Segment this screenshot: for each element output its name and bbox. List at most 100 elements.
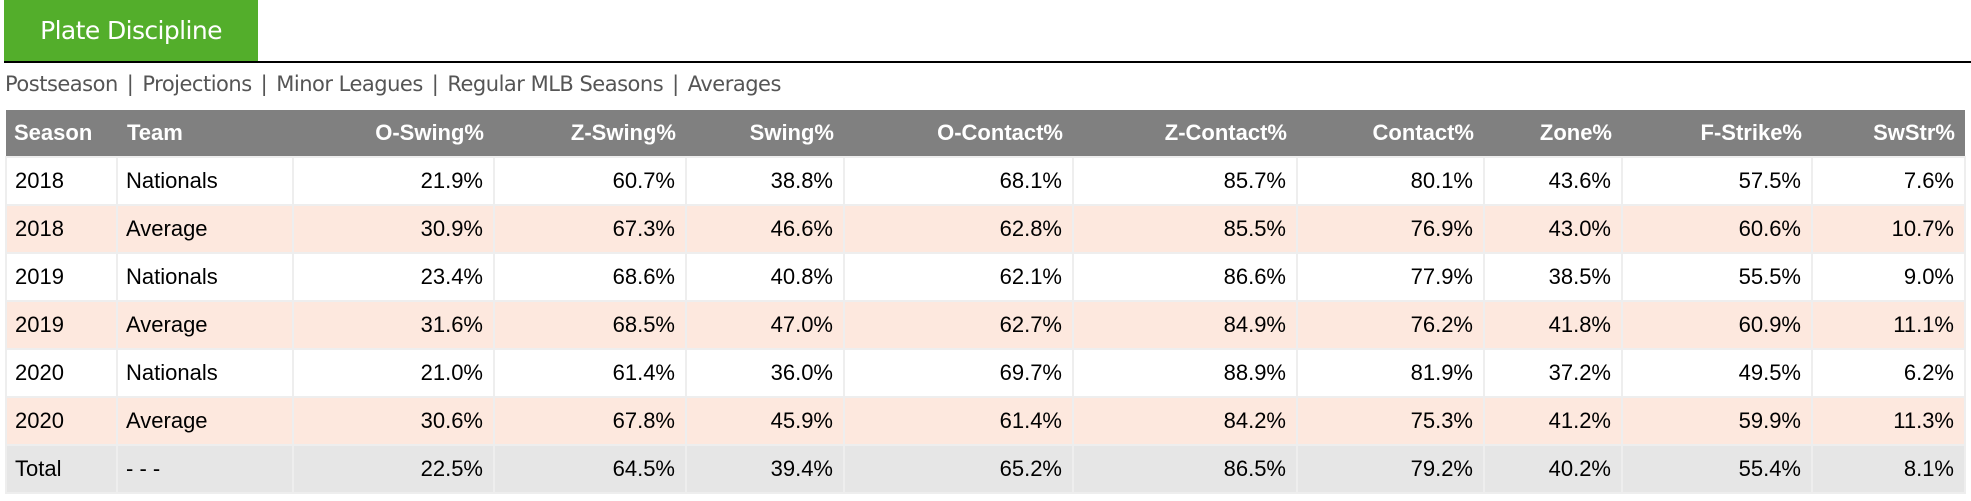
cell-contact: 79.2% [1296,444,1485,494]
column-header-season[interactable]: Season [6,110,117,157]
table-row-league-average: 2020 Average 30.6% 67.8% 45.9% 61.4% 84.2% 75.3… [5,396,1966,446]
cell-z-contact: 86.6% [1072,252,1298,302]
cell-contact: 75.3% [1296,396,1485,446]
cell-swstr: 10.7% [1811,204,1966,254]
column-header-o-contact[interactable]: O-Contact% [844,110,1073,157]
cell-contact: 76.2% [1296,300,1485,350]
cell-f-strike: 55.5% [1621,252,1813,302]
table-row-league-average: 2019 Average 31.6% 68.5% 47.0% 62.7% 84.9% 76.2… [5,300,1966,350]
cell-season: 2020 [5,348,118,398]
cell-z-swing: 68.6% [493,252,687,302]
cell-season: 2018 [5,204,118,254]
table-row-team: 2018 Nationals 21.9% 60.7% 38.8% 68.1% 85.7% 80… [5,156,1966,206]
cell-swstr: 11.3% [1811,396,1966,446]
nav-link-regular-mlb-seasons[interactable]: Regular MLB Seasons [447,72,663,96]
cell-swstr: 9.0% [1811,252,1966,302]
cell-team: Average [116,396,294,446]
nav-link-minor-leagues[interactable]: Minor Leagues [276,72,423,96]
cell-team: Average [116,300,294,350]
cell-o-swing: 21.0% [292,348,495,398]
cell-season: 2019 [5,300,118,350]
cell-season: Total [5,444,118,494]
cell-z-swing: 61.4% [493,348,687,398]
cell-contact: 77.9% [1296,252,1485,302]
column-header-z-contact[interactable]: Z-Contact% [1073,110,1297,157]
nav-separator: | [260,72,268,96]
cell-zone: 38.5% [1483,252,1623,302]
column-header-swstr[interactable]: SwStr% [1812,110,1965,157]
cell-o-contact: 69.7% [843,348,1074,398]
cell-swing: 46.6% [685,204,845,254]
cell-o-swing: 31.6% [292,300,495,350]
cell-swstr: 8.1% [1811,444,1966,494]
table-row-league-average: 2018 Average 30.9% 67.3% 46.6% 62.8% 85.5% 76.9… [5,204,1966,254]
cell-f-strike: 60.9% [1621,300,1813,350]
nav-link-averages[interactable]: Averages [688,72,782,96]
table-row-team: 2020 Nationals 21.0% 61.4% 36.0% 69.7% 88.9% 81… [5,348,1966,398]
cell-o-contact: 62.1% [843,252,1074,302]
cell-f-strike: 60.6% [1621,204,1813,254]
table-header-row: Season Team O-Swing% Z-Swing% Swing% O-C… [6,110,1965,157]
cell-z-swing: 64.5% [493,444,687,494]
cell-f-strike: 55.4% [1621,444,1813,494]
cell-zone: 40.2% [1483,444,1623,494]
column-header-z-swing[interactable]: Z-Swing% [494,110,686,157]
nav-separator: | [126,72,134,96]
cell-z-contact: 86.5% [1072,444,1298,494]
table-row-total: Total - - -22.5% 64.5% 39.4% 65.2% 86.5% 79.2%… [5,444,1966,494]
cell-z-contact: 85.7% [1072,156,1298,206]
cell-z-swing: 67.8% [493,396,687,446]
nav-separator: | [431,72,439,96]
nav-link-projections[interactable]: Projections [142,72,252,96]
cell-z-contact: 84.2% [1072,396,1298,446]
column-header-contact[interactable]: Contact% [1297,110,1484,157]
cell-swing: 45.9% [685,396,845,446]
column-header-swing[interactable]: Swing% [686,110,844,157]
cell-o-swing: 30.9% [292,204,495,254]
column-header-o-swing[interactable]: O-Swing% [293,110,494,157]
stat-type-nav: Postseason | Projections | Minor Leagues | Reg… [5,72,781,104]
cell-o-swing: 22.5% [292,444,495,494]
nav-separator: | [672,72,679,96]
column-header-team[interactable]: Team [117,110,293,157]
cell-o-contact: 61.4% [843,396,1074,446]
cell-f-strike: 59.9% [1621,396,1813,446]
cell-season: 2018 [5,156,118,206]
cell-z-swing: 67.3% [493,204,687,254]
column-header-zone[interactable]: Zone% [1484,110,1622,157]
column-header-f-strike[interactable]: F-Strike% [1622,110,1812,157]
cell-season: 2020 [5,396,118,446]
cell-f-strike: 49.5% [1621,348,1813,398]
cell-o-swing: 21.9% [292,156,495,206]
cell-zone: 43.0% [1483,204,1623,254]
cell-o-contact: 65.2% [843,444,1074,494]
cell-swstr: 7.6% [1811,156,1966,206]
cell-team: Average [116,204,294,254]
cell-swing: 47.0% [685,300,845,350]
cell-zone: 37.2% [1483,348,1623,398]
cell-z-contact: 84.9% [1072,300,1298,350]
cell-team: - - - [116,444,294,494]
cell-zone: 43.6% [1483,156,1623,206]
cell-z-contact: 85.5% [1072,204,1298,254]
cell-z-swing: 68.5% [493,300,687,350]
table-row-team: 2019 Nationals 23.4% 68.6% 40.8% 62.1% 86.6% 77… [5,252,1966,302]
cell-team: Nationals [116,252,294,302]
cell-o-swing: 30.6% [292,396,495,446]
cell-swing: 39.4% [685,444,845,494]
section-title-plate-discipline: Plate Discipline [4,0,258,61]
cell-zone: 41.2% [1483,396,1623,446]
section-divider [4,61,1971,63]
nav-link-postseason[interactable]: Postseason [5,72,118,96]
cell-o-contact: 68.1% [843,156,1074,206]
cell-contact: 80.1% [1296,156,1485,206]
plate-discipline-table: Season Team O-Swing% Z-Swing% Swing% O-C… [5,110,1966,494]
cell-z-swing: 60.7% [493,156,687,206]
cell-f-strike: 57.5% [1621,156,1813,206]
cell-z-contact: 88.9% [1072,348,1298,398]
cell-swstr: 6.2% [1811,348,1966,398]
cell-team: Nationals [116,348,294,398]
cell-swing: 40.8% [685,252,845,302]
cell-contact: 76.9% [1296,204,1485,254]
cell-zone: 41.8% [1483,300,1623,350]
